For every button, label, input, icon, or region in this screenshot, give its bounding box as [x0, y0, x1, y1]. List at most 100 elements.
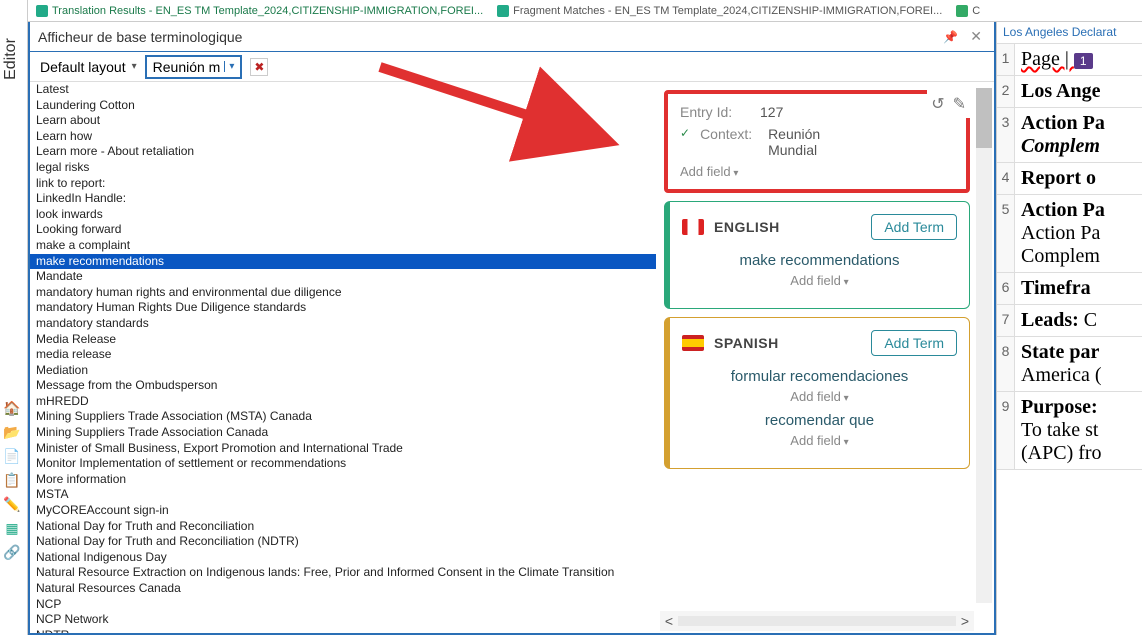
horizontal-scrollbar[interactable]: < > — [660, 611, 974, 631]
folder-icon[interactable]: 📂 — [3, 423, 21, 441]
tab-label: Translation Results - EN_ES TM Template_… — [52, 5, 483, 17]
add-field-link[interactable]: Add field — [682, 433, 957, 448]
editor-label-text: Editor — [2, 38, 20, 80]
term-list-item[interactable]: Laundering Cotton — [30, 98, 656, 114]
tab-translation-results[interactable]: Translation Results - EN_ES TM Template_… — [30, 3, 489, 19]
spreadsheet-icon[interactable]: ▦ — [3, 519, 21, 537]
term-list-item[interactable]: Mandate — [30, 269, 656, 285]
term-list-item[interactable]: More information — [30, 472, 656, 488]
document-icon[interactable]: 📄 — [3, 447, 21, 465]
entry-detail-pane: ↺ ✎ Entry Id: 127 ✓ Context: Reunión Mun… — [656, 82, 994, 633]
segment-row[interactable]: 4Report o — [997, 163, 1142, 195]
add-field-link[interactable]: Add field — [682, 273, 957, 288]
segment-row[interactable]: 5Action PaAction PaComplem — [997, 195, 1142, 273]
left-toolbar: 🏠 📂 📄 📋 ✏️ ▦ 🔗 — [0, 395, 24, 561]
tab-label: C — [972, 5, 980, 17]
term-list-item[interactable]: Mining Suppliers Trade Association (MSTA… — [30, 409, 656, 425]
term-list-item[interactable]: Mediation — [30, 363, 656, 379]
clear-filter-icon[interactable]: ✖ — [250, 58, 268, 76]
term-list-item[interactable]: National Day for Truth and Reconciliatio… — [30, 534, 656, 550]
close-icon[interactable]: ✕ — [964, 28, 988, 45]
term-list-item[interactable]: Natural Resources Canada — [30, 581, 656, 597]
term-list-item[interactable]: Mining Suppliers Trade Association Canad… — [30, 425, 656, 441]
segment-row[interactable]: 3Action PaComplem — [997, 108, 1142, 163]
flag-canada-icon — [682, 219, 704, 235]
term-list-item[interactable]: mandatory standards — [30, 316, 656, 332]
filter-box[interactable]: Reunión m▾ — [145, 55, 243, 79]
document-panel: Los Angeles Declarat 1Page | 1 2Los Ange… — [996, 22, 1142, 635]
term-list-item[interactable]: Natural Resource Extraction on Indigenou… — [30, 565, 656, 581]
term-list-item[interactable]: look inwards — [30, 207, 656, 223]
flag-spain-icon — [682, 335, 704, 351]
term-list-item[interactable]: Media Release — [30, 332, 656, 348]
document-rows: 1Page | 1 2Los Ange 3Action PaComplem 4R… — [997, 44, 1142, 635]
term-list-item[interactable]: media release — [30, 347, 656, 363]
term-list-item[interactable]: Learn about — [30, 113, 656, 129]
tab-concordance[interactable]: C — [950, 3, 986, 19]
term-list[interactable]: LatestLaundering CottonLearn aboutLearn … — [30, 82, 656, 633]
term-list-item[interactable]: MyCOREAccount sign-in — [30, 503, 656, 519]
term-list-item[interactable]: mandatory Human Rights Due Diligence sta… — [30, 300, 656, 316]
segment-row[interactable]: 8State parAmerica ( — [997, 337, 1142, 392]
term-list-item[interactable]: Minister of Small Business, Export Promo… — [30, 441, 656, 457]
tab-fragment-matches[interactable]: Fragment Matches - EN_ES TM Template_202… — [491, 3, 948, 19]
language-card-english: ENGLISH Add Term make recommendations Ad… — [664, 201, 970, 309]
termbase-viewer-panel: 📌 ✕ Default layout Reunión m▾ ✖ LatestLa… — [28, 22, 996, 635]
scroll-right-icon[interactable]: > — [956, 613, 974, 629]
term-list-item[interactable]: Message from the Ombudsperson — [30, 378, 656, 394]
dropdown-icon[interactable]: ▾ — [224, 61, 234, 72]
term-list-item[interactable]: NCP — [30, 597, 656, 613]
term-spanish-1[interactable]: formular recomendaciones — [682, 368, 957, 385]
clipboard-icon[interactable]: 📋 — [3, 471, 21, 489]
link-icon[interactable]: 🔗 — [3, 543, 21, 561]
term-list-item[interactable]: Looking forward — [30, 222, 656, 238]
home-icon[interactable]: 🏠 — [3, 399, 21, 417]
term-list-item[interactable]: NDTR — [30, 628, 656, 633]
term-list-item[interactable]: NCP Network — [30, 612, 656, 628]
history-icon[interactable]: ↺ — [931, 94, 944, 114]
pin-icon[interactable]: 📌 — [937, 30, 964, 44]
term-list-item[interactable]: National Day for Truth and Reconciliatio… — [30, 519, 656, 535]
tab-icon — [956, 5, 968, 17]
layout-row: Default layout Reunión m▾ ✖ — [30, 52, 994, 82]
term-list-item[interactable]: link to report: — [30, 176, 656, 192]
term-list-item[interactable]: LinkedIn Handle: — [30, 191, 656, 207]
tab-icon — [36, 5, 48, 17]
vertical-scrollbar[interactable] — [976, 88, 992, 603]
term-list-item[interactable]: legal risks — [30, 160, 656, 176]
layout-dropdown[interactable]: Default layout — [36, 57, 141, 77]
term-list-item[interactable]: Learn more - About retaliation — [30, 144, 656, 160]
term-english[interactable]: make recommendations — [682, 252, 957, 269]
term-list-item[interactable]: mandatory human rights and environmental… — [30, 285, 656, 301]
term-list-item[interactable]: National Indigenous Day — [30, 550, 656, 566]
search-row: 📌 ✕ — [30, 22, 994, 52]
pencil-icon[interactable]: ✏️ — [3, 495, 21, 513]
add-term-button[interactable]: Add Term — [871, 330, 957, 356]
segment-row[interactable]: 1Page | 1 — [997, 44, 1142, 76]
context-value: Reunión Mundial — [768, 126, 858, 158]
language-card-spanish: SPANISH Add Term formular recomendacione… — [664, 317, 970, 469]
term-list-item[interactable]: Latest — [30, 82, 656, 98]
term-list-item[interactable]: mHREDD — [30, 394, 656, 410]
add-field-link[interactable]: Add field — [680, 164, 954, 179]
term-spanish-2[interactable]: recomendar que — [682, 412, 957, 429]
add-term-button[interactable]: Add Term — [871, 214, 957, 240]
add-field-link[interactable]: Add field — [682, 389, 957, 404]
segment-row[interactable]: 7Leads: C — [997, 305, 1142, 337]
segment-row[interactable]: 6Timefra — [997, 273, 1142, 305]
term-list-item[interactable]: make a complaint — [30, 238, 656, 254]
segment-row[interactable]: 2Los Ange — [997, 76, 1142, 108]
tab-icon — [497, 5, 509, 17]
search-input[interactable] — [36, 27, 937, 47]
entry-id-label: Entry Id: — [680, 104, 750, 120]
scroll-left-icon[interactable]: < — [660, 613, 678, 629]
term-list-item[interactable]: make recommendations — [30, 254, 656, 270]
segment-row[interactable]: 9Purpose:To take st(APC) fro — [997, 392, 1142, 470]
document-header[interactable]: Los Angeles Declarat — [997, 22, 1142, 44]
entry-id-value: 127 — [760, 104, 783, 120]
edit-icon[interactable]: ✎ — [953, 94, 966, 114]
term-list-item[interactable]: MSTA — [30, 487, 656, 503]
term-list-item[interactable]: Learn how — [30, 129, 656, 145]
tab-label: Fragment Matches - EN_ES TM Template_202… — [513, 5, 942, 17]
term-list-item[interactable]: Monitor Implementation of settlement or … — [30, 456, 656, 472]
